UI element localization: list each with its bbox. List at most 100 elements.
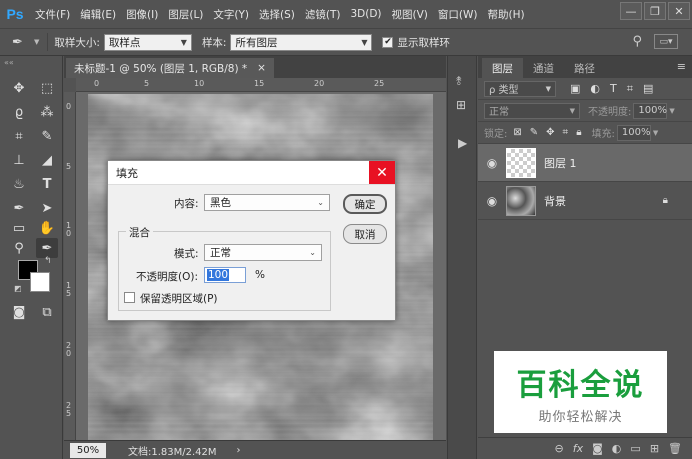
type-filter-icon[interactable]: T (610, 82, 617, 96)
close-window-button[interactable]: ✕ (668, 2, 690, 20)
shape-tool-icon[interactable]: ▭ (8, 218, 30, 238)
eyedropper-preset-icon[interactable]: ✒ (12, 35, 32, 50)
opacity-input[interactable]: 100 (204, 267, 246, 283)
default-colors-icon[interactable]: ◩ (14, 284, 22, 293)
mask-icon[interactable]: ◙ (592, 442, 603, 455)
blend-row: 正常 ▼ 不透明度: 100% ▼ (478, 100, 692, 122)
pen-tool-icon[interactable]: ✒ (8, 198, 30, 218)
tab-paths[interactable]: 路径 (564, 58, 605, 78)
brush-tool-icon[interactable]: ✎ (36, 126, 58, 146)
search-icon[interactable]: ⚲ (632, 34, 642, 49)
preserve-transparency-checkbox[interactable] (124, 292, 135, 303)
lock-position-icon[interactable]: ✥ (546, 127, 554, 138)
move-tool-icon[interactable]: ✥ (8, 78, 30, 98)
tab-layers[interactable]: 图层 (482, 58, 523, 78)
preset-chevron-icon[interactable]: ▼ (34, 38, 39, 46)
quick-mask-icon[interactable]: ◙ (8, 302, 30, 322)
menu-help[interactable]: 帮助(H) (483, 7, 530, 22)
layer-kind-value: ρ 类型 (489, 85, 519, 96)
zoom-field[interactable]: 50% (70, 442, 106, 458)
image-filter-icon[interactable]: ▣ (570, 82, 580, 96)
magic-wand-tool-icon[interactable]: ⁂ (36, 102, 58, 122)
path-select-tool-icon[interactable]: ➤ (36, 198, 58, 218)
chevron-down-icon[interactable]: ▼ (669, 107, 674, 115)
shape-filter-icon[interactable]: ⌗ (627, 82, 633, 96)
ok-button[interactable]: 确定 (343, 194, 387, 214)
type-tool-icon[interactable]: T (36, 174, 58, 194)
visibility-eye-icon[interactable]: ◉ (478, 194, 506, 208)
minimize-button[interactable]: — (620, 2, 642, 20)
menu-edit[interactable]: 编辑(E) (75, 7, 121, 22)
menu-layer[interactable]: 图层(L) (163, 7, 208, 22)
hand-tool-icon[interactable]: ✋ (36, 218, 58, 238)
document-tab[interactable]: 未标题-1 @ 50% (图层 1, RGB/8) * × (66, 58, 274, 78)
collapse-arrows-icon[interactable]: «« (4, 58, 14, 67)
background-color-swatch[interactable] (30, 272, 50, 292)
fill-field[interactable]: 100% (616, 124, 651, 141)
status-menu-arrow-icon[interactable]: › (237, 445, 241, 456)
sample-size-select[interactable]: 取样点 ▼ (103, 33, 192, 51)
history-panel-icon[interactable]: ⥉ (456, 74, 462, 89)
close-tab-icon[interactable]: × (257, 62, 266, 74)
adjustment-icon[interactable]: ◐ (612, 442, 622, 455)
sample-select[interactable]: 所有图层 ▼ (230, 33, 373, 51)
menu-image[interactable]: 图像(I) (121, 7, 163, 22)
cancel-button[interactable]: 取消 (343, 224, 387, 244)
lock-all-icon[interactable]: 🔒︎ (576, 127, 581, 138)
content-select[interactable]: 黑色 ⌄ (204, 194, 330, 211)
chevron-down-icon: ⌄ (317, 198, 324, 207)
window-controls: — ❐ ✕ (620, 2, 690, 20)
ruler-tick: 2 5 (66, 401, 72, 418)
smart-object-filter-icon[interactable]: ▤ (643, 82, 653, 96)
dialog-close-button[interactable]: ✕ (369, 161, 395, 184)
layer-row-layer1[interactable]: ◉ 图层 1 (478, 144, 692, 182)
lasso-tool-icon[interactable]: ϱ (8, 102, 30, 122)
show-ring-checkbox[interactable]: ✔ (382, 36, 394, 48)
chevron-down-icon[interactable]: ▼ (653, 129, 658, 137)
swap-colors-icon[interactable]: ↰ (44, 256, 52, 266)
ruler-tick: 15 (254, 79, 265, 88)
dodge-tool-icon[interactable]: ♨ (8, 174, 30, 194)
panel-menu-icon[interactable]: ≡ (677, 60, 686, 73)
trash-icon[interactable]: 🗑︎ (668, 442, 682, 455)
link-icon[interactable]: ⊖ (555, 442, 564, 455)
fx-icon[interactable]: fx (573, 442, 583, 455)
mode-select[interactable]: 正常 ⌄ (204, 244, 322, 261)
menu-select[interactable]: 选择(S) (254, 7, 300, 22)
adjustment-filter-icon[interactable]: ◐ (590, 82, 600, 96)
menu-window[interactable]: 窗口(W) (433, 7, 483, 22)
layer-kind-filter[interactable]: ρ 类型 ▼ (484, 80, 556, 97)
blend-mode-select[interactable]: 正常 ▼ (484, 102, 580, 119)
new-layer-icon[interactable]: ⊞ (650, 442, 659, 455)
lock-row: 锁定: ⊠ ✎ ✥ ⌗ 🔒︎ 填充: 100% ▼ (478, 122, 692, 144)
menu-type[interactable]: 文字(Y) (208, 7, 254, 22)
restore-button[interactable]: ❐ (644, 2, 666, 20)
tab-channels[interactable]: 通道 (523, 58, 564, 78)
eyedropper-tool-icon[interactable]: ✒ (36, 238, 58, 258)
fill-dialog: 填充 ✕ 内容: 黑色 ⌄ 确定 取消 混合 模式: 正常 ⌄ 不透明度(O):… (107, 160, 396, 321)
marquee-tool-icon[interactable]: ⬚ (36, 78, 58, 98)
workspace-icon[interactable]: ▭▾ (654, 34, 678, 49)
zoom-tool-icon[interactable]: ⚲ (8, 238, 30, 258)
screen-mode-icon[interactable]: ⧉ (36, 302, 58, 322)
actions-play-icon[interactable]: ▶ (458, 136, 467, 150)
opacity-field[interactable]: 100% (633, 102, 668, 119)
ruler-tick: 20 (314, 79, 325, 88)
blend-group-title: 混合 (126, 225, 153, 240)
ruler-tick: 10 (194, 79, 205, 88)
menu-3d[interactable]: 3D(D) (345, 8, 386, 20)
lock-transparent-icon[interactable]: ⊠ (513, 127, 521, 138)
menu-view[interactable]: 视图(V) (387, 7, 433, 22)
stamp-tool-icon[interactable]: ⊥ (8, 150, 30, 170)
menu-filter[interactable]: 滤镜(T) (300, 7, 346, 22)
group-icon[interactable]: ▭ (630, 442, 640, 455)
menu-file[interactable]: 文件(F) (30, 7, 75, 22)
lock-artboard-icon[interactable]: ⌗ (563, 127, 569, 138)
eraser-tool-icon[interactable]: ◢ (36, 150, 58, 170)
properties-panel-icon[interactable]: ⊞ (456, 98, 466, 112)
crop-tool-icon[interactable]: ⌗ (8, 126, 30, 146)
lock-icon[interactable]: 🔒︎ (663, 195, 668, 206)
visibility-eye-icon[interactable]: ◉ (478, 156, 506, 170)
lock-pixels-icon[interactable]: ✎ (530, 127, 538, 138)
layer-row-background[interactable]: ◉ 背景 🔒︎ (478, 182, 692, 220)
